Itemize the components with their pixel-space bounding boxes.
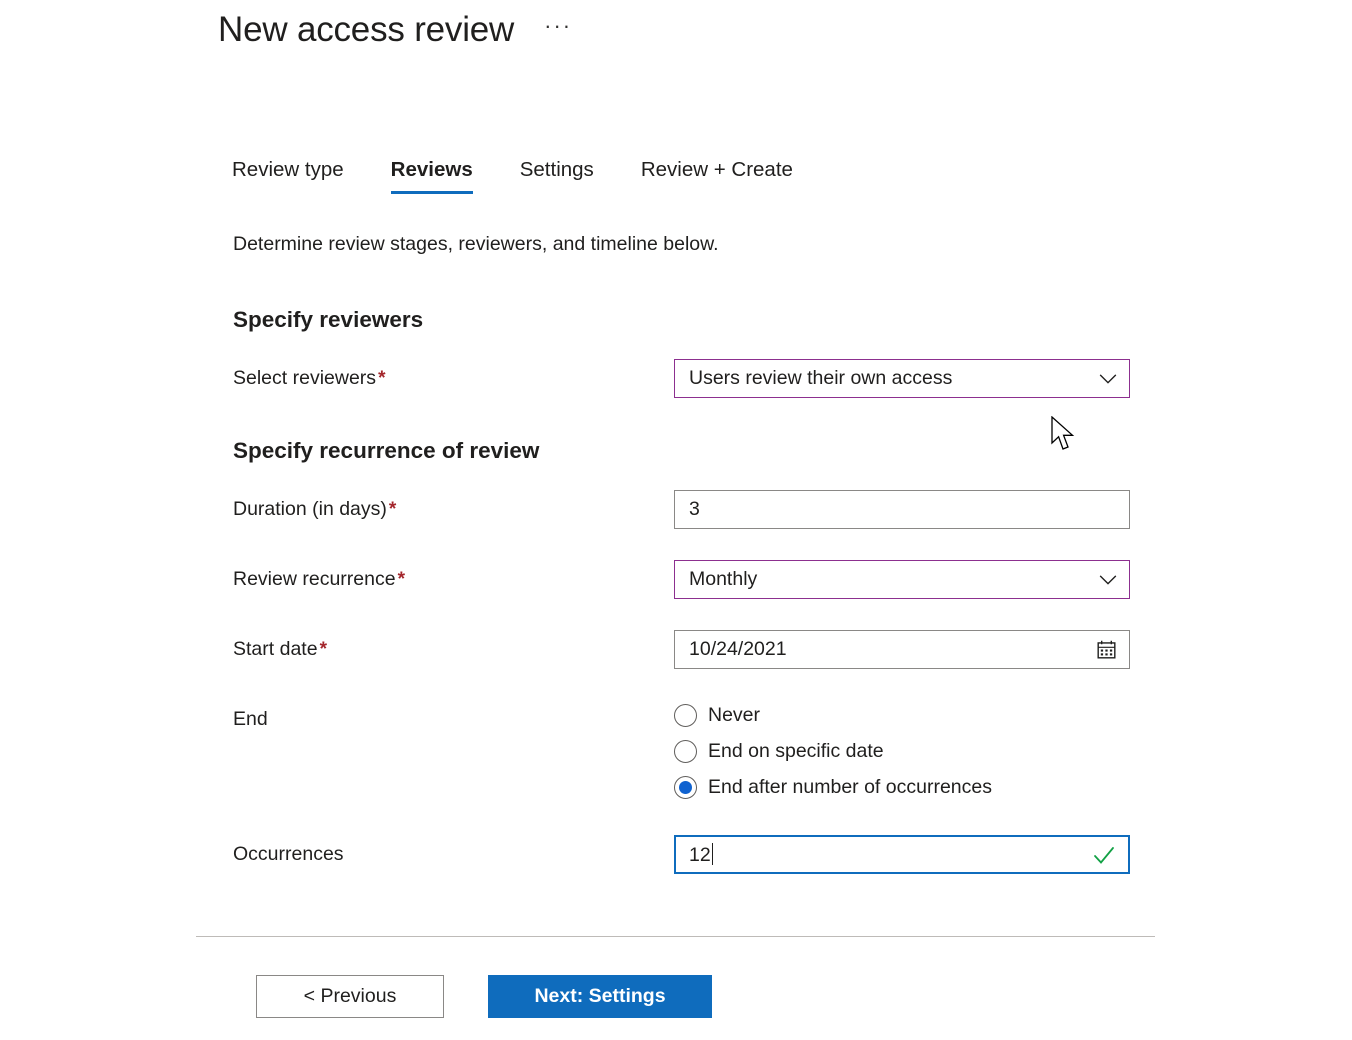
wizard-footer: < Previous Next: Settings — [256, 975, 712, 1018]
radio-circle-icon — [674, 704, 697, 727]
tab-review-create[interactable]: Review + Create — [619, 158, 818, 194]
form-row-start-date: Start date * 10/24/2021 — [233, 630, 1133, 669]
form-row-select-reviewers: Select reviewers * Users review their own… — [233, 359, 1133, 398]
radio-circle-icon — [674, 740, 697, 763]
required-asterisk: * — [319, 639, 327, 660]
start-date-control: 10/24/2021 — [674, 630, 1130, 669]
tab-settings[interactable]: Settings — [498, 158, 619, 194]
start-date-input[interactable]: 10/24/2021 — [674, 630, 1130, 669]
occurrences-value: 12 — [689, 843, 711, 866]
radio-end-never[interactable]: Never — [674, 704, 1130, 727]
select-reviewers-dropdown[interactable]: Users review their own access — [674, 359, 1130, 398]
form-row-review-recurrence: Review recurrence * Monthly — [233, 560, 1133, 599]
occurrences-label: Occurrences — [233, 835, 674, 866]
tab-review-type[interactable]: Review type — [232, 158, 369, 194]
radio-end-after-occurrences[interactable]: End after number of occurrences — [674, 776, 1130, 799]
duration-input[interactable]: 3 — [674, 490, 1130, 529]
review-recurrence-label: Review recurrence * — [233, 560, 674, 591]
previous-button[interactable]: < Previous — [256, 975, 444, 1018]
duration-label-text: Duration (in days) — [233, 498, 387, 520]
footer-divider — [196, 936, 1155, 937]
occurrences-input[interactable]: 12 — [674, 835, 1130, 874]
chevron-down-icon — [1099, 574, 1117, 585]
review-recurrence-dropdown[interactable]: Monthly — [674, 560, 1130, 599]
select-reviewers-value: Users review their own access — [689, 367, 953, 389]
mouse-cursor — [1051, 416, 1075, 450]
duration-label: Duration (in days) * — [233, 490, 674, 521]
form-row-end: End Never End on specific date End after… — [233, 700, 1133, 799]
tab-reviews[interactable]: Reviews — [369, 158, 498, 194]
review-recurrence-control: Monthly — [674, 560, 1130, 599]
start-date-label: Start date * — [233, 630, 674, 661]
end-label-text: End — [233, 708, 268, 730]
end-label: End — [233, 700, 674, 731]
occurrences-value-wrap: 12 — [689, 842, 1092, 867]
text-caret — [711, 842, 713, 865]
select-reviewers-label-text: Select reviewers — [233, 367, 377, 389]
required-asterisk: * — [397, 569, 405, 590]
page-title: New access review — [218, 10, 515, 49]
chevron-down-icon — [1099, 373, 1117, 384]
radio-circle-selected-icon — [674, 776, 697, 799]
page-header: New access review ··· — [218, 10, 576, 50]
duration-control: 3 — [674, 490, 1130, 529]
page-description: Determine review stages, reviewers, and … — [233, 233, 719, 255]
radio-end-after-occurrences-label: End after number of occurrences — [708, 776, 992, 798]
end-control: Never End on specific date End after num… — [674, 700, 1130, 799]
required-asterisk: * — [388, 499, 397, 520]
wizard-tabbar: Review type Reviews Settings Review + Cr… — [232, 158, 818, 194]
occurrences-control: 12 — [674, 835, 1130, 874]
more-options-icon[interactable]: ··· — [540, 15, 576, 45]
calendar-icon[interactable] — [1096, 639, 1117, 660]
start-date-value: 10/24/2021 — [689, 638, 787, 660]
radio-end-never-label: Never — [708, 704, 761, 726]
end-radio-group: Never End on specific date End after num… — [674, 700, 1130, 799]
review-recurrence-label-text: Review recurrence — [233, 568, 396, 590]
select-reviewers-label: Select reviewers * — [233, 359, 674, 390]
form-row-occurrences: Occurrences 12 — [233, 835, 1133, 874]
select-reviewers-control: Users review their own access — [674, 359, 1130, 398]
form-row-duration: Duration (in days) * 3 — [233, 490, 1133, 529]
checkmark-valid-icon — [1094, 846, 1114, 864]
start-date-label-text: Start date — [233, 638, 318, 660]
section-heading-specify-recurrence: Specify recurrence of review — [233, 438, 540, 463]
required-asterisk: * — [378, 368, 386, 389]
radio-end-on-specific-date[interactable]: End on specific date — [674, 740, 1130, 763]
duration-value: 3 — [689, 498, 700, 520]
radio-end-on-specific-date-label: End on specific date — [708, 740, 884, 762]
review-recurrence-value: Monthly — [689, 568, 758, 590]
section-heading-specify-reviewers: Specify reviewers — [233, 307, 424, 332]
occurrences-label-text: Occurrences — [233, 843, 344, 865]
next-settings-button[interactable]: Next: Settings — [488, 975, 712, 1018]
